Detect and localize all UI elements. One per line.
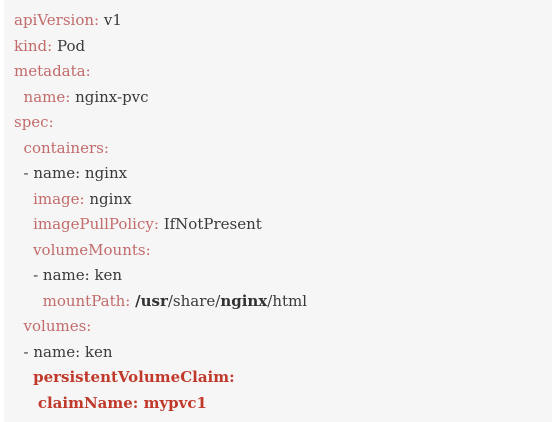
yaml-key: name:: [33, 342, 81, 361]
yaml-value: nginx-pvc: [70, 87, 149, 106]
yaml-key: volumes:: [23, 317, 92, 335]
yaml-key: metadata:: [14, 62, 91, 80]
yaml-key: kind:: [14, 36, 53, 55]
yaml-value: Pod: [52, 36, 86, 55]
code-line-image-pull-policy: imagePullPolicy: IfNotPresent: [14, 212, 262, 237]
code-line-apiversion: apiVersion: v1: [14, 8, 122, 33]
code-line-metadata-name: name: nginx-pvc: [14, 85, 149, 110]
code-line-mount-name: - name: ken: [14, 266, 123, 284]
code-line-image: image: nginx: [14, 187, 132, 212]
path-segment: /usr: [135, 291, 168, 310]
yaml-key: volumeMounts:: [33, 240, 151, 259]
yaml-value: IfNotPresent: [158, 215, 262, 233]
path-segment: /html: [267, 291, 308, 310]
code-line-volume-mounts: volumeMounts:: [14, 238, 151, 263]
yaml-value: nginx: [80, 164, 128, 182]
code-line-mount-path: mountPath: /usr/share/nginx/html: [14, 289, 307, 314]
code-line-kind: kind: Pod: [14, 34, 85, 59]
path-segment: nginx: [220, 291, 268, 310]
yaml-key: name:: [23, 87, 71, 106]
code-line-container-name: - name: nginx: [14, 164, 128, 182]
yaml-key: persistentVolumeClaim:: [33, 368, 235, 386]
yaml-key: mountPath:: [42, 291, 131, 310]
yaml-value: ken: [80, 342, 113, 361]
yaml-code-block: apiVersion: v1 kind: Pod metadata: name:…: [4, 0, 552, 422]
yaml-key: imagePullPolicy:: [33, 215, 159, 233]
yaml-key: apiVersion:: [14, 11, 100, 29]
code-line-claim-name: claimName: mypvc1: [14, 391, 207, 416]
yaml-value: nginx: [84, 189, 132, 208]
code-line-volumes: volumes:: [14, 314, 92, 339]
yaml-key: spec:: [14, 113, 54, 131]
yaml-key: claimName:: [37, 393, 139, 412]
yaml-value: v1: [99, 11, 122, 29]
code-line-spec: spec:: [14, 110, 54, 135]
yaml-value: ken: [89, 266, 123, 284]
code-line-persistent-volume-claim: persistentVolumeClaim:: [14, 365, 235, 390]
yaml-value: mypvc1: [138, 393, 207, 412]
yaml-key: containers:: [23, 138, 109, 157]
code-line-containers: containers:: [14, 136, 109, 161]
yaml-key: name:: [33, 164, 81, 182]
code-line-metadata: metadata:: [14, 59, 91, 84]
code-line-volume-name: - name: ken: [14, 342, 113, 361]
path-segment: /share/: [167, 291, 221, 310]
yaml-key: image:: [33, 189, 85, 208]
yaml-key: name:: [42, 266, 90, 284]
